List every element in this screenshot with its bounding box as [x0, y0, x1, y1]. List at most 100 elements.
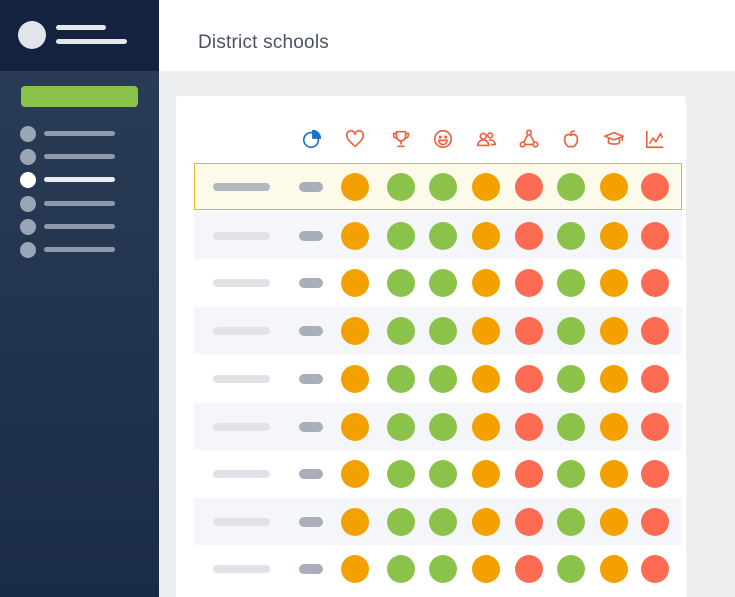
status-indicator-red[interactable]: [515, 508, 543, 536]
status-indicator-orange[interactable]: [341, 269, 369, 297]
status-indicator-red[interactable]: [515, 365, 543, 393]
table-row[interactable]: [194, 403, 682, 450]
people-icon[interactable]: [474, 127, 498, 151]
status-indicator-green[interactable]: [556, 172, 585, 201]
status-indicator-green[interactable]: [387, 365, 415, 393]
status-indicator-green[interactable]: [557, 365, 585, 393]
status-indicator-orange[interactable]: [472, 222, 500, 250]
sidebar-item-2[interactable]: [20, 149, 140, 165]
status-indicator-green[interactable]: [429, 222, 457, 250]
table-row[interactable]: [194, 163, 682, 210]
status-indicator-orange[interactable]: [471, 172, 500, 201]
status-indicator-green[interactable]: [428, 172, 457, 201]
status-indicator-red[interactable]: [515, 413, 543, 441]
status-indicator-red[interactable]: [641, 413, 669, 441]
status-indicator-red[interactable]: [641, 508, 669, 536]
graduation-cap-icon[interactable]: [602, 127, 626, 151]
status-indicator-green[interactable]: [429, 555, 457, 583]
status-indicator-red[interactable]: [641, 269, 669, 297]
status-indicator-red[interactable]: [641, 365, 669, 393]
table-row[interactable]: [194, 545, 682, 592]
status-indicator-orange[interactable]: [600, 508, 628, 536]
status-indicator-orange[interactable]: [600, 269, 628, 297]
status-indicator-orange[interactable]: [341, 365, 369, 393]
status-indicator-green[interactable]: [387, 222, 415, 250]
school-name-placeholder: [213, 375, 270, 383]
network-icon[interactable]: [517, 127, 541, 151]
status-indicator-green[interactable]: [557, 269, 585, 297]
status-indicator-green[interactable]: [429, 508, 457, 536]
status-indicator-green[interactable]: [429, 460, 457, 488]
status-indicator-orange[interactable]: [472, 460, 500, 488]
status-indicator-green[interactable]: [387, 317, 415, 345]
status-indicator-green[interactable]: [429, 317, 457, 345]
apple-icon[interactable]: [559, 127, 583, 151]
status-indicator-green[interactable]: [429, 365, 457, 393]
pie-chart-icon[interactable]: [300, 127, 324, 151]
status-indicator-orange[interactable]: [600, 317, 628, 345]
status-indicator-orange[interactable]: [340, 172, 369, 201]
status-indicator-green[interactable]: [557, 555, 585, 583]
status-indicator-red[interactable]: [641, 460, 669, 488]
status-indicator-red[interactable]: [641, 317, 669, 345]
status-indicator-green[interactable]: [387, 460, 415, 488]
line-chart-icon[interactable]: [643, 127, 667, 151]
status-indicator-green[interactable]: [386, 172, 415, 201]
status-indicator-green[interactable]: [557, 460, 585, 488]
status-indicator-orange[interactable]: [600, 460, 628, 488]
status-indicator-orange[interactable]: [600, 222, 628, 250]
status-indicator-green[interactable]: [557, 413, 585, 441]
status-indicator-orange[interactable]: [341, 413, 369, 441]
sidebar-item-3[interactable]: [20, 172, 140, 188]
table-row[interactable]: [194, 498, 682, 545]
table-row[interactable]: [194, 307, 682, 354]
status-indicator-orange[interactable]: [600, 555, 628, 583]
status-indicator-red[interactable]: [515, 460, 543, 488]
status-indicator-orange[interactable]: [472, 317, 500, 345]
status-indicator-red[interactable]: [515, 222, 543, 250]
table-row[interactable]: [194, 259, 682, 306]
sidebar-item-label-placeholder: [44, 201, 115, 206]
status-indicator-orange[interactable]: [341, 317, 369, 345]
status-indicator-orange[interactable]: [472, 269, 500, 297]
status-indicator-orange[interactable]: [341, 460, 369, 488]
status-indicator-green[interactable]: [387, 413, 415, 441]
status-indicator-orange[interactable]: [472, 555, 500, 583]
status-indicator-green[interactable]: [387, 555, 415, 583]
heart-icon[interactable]: [343, 127, 367, 151]
status-indicator-orange[interactable]: [472, 413, 500, 441]
status-indicator-green[interactable]: [387, 269, 415, 297]
status-indicator-orange[interactable]: [600, 413, 628, 441]
sidebar-item-4[interactable]: [20, 196, 140, 212]
table-row[interactable]: [194, 212, 682, 259]
status-indicator-orange[interactable]: [472, 365, 500, 393]
sidebar-item-5[interactable]: [20, 219, 140, 235]
status-indicator-red[interactable]: [641, 222, 669, 250]
sidebar-item-1[interactable]: [20, 126, 140, 142]
status-indicator-red[interactable]: [515, 555, 543, 583]
status-indicator-red[interactable]: [515, 269, 543, 297]
status-indicator-green[interactable]: [429, 269, 457, 297]
status-indicator-orange[interactable]: [599, 172, 628, 201]
status-indicator-orange[interactable]: [472, 508, 500, 536]
avatar[interactable]: [18, 21, 46, 49]
trophy-icon[interactable]: [389, 127, 413, 151]
status-indicator-orange[interactable]: [341, 222, 369, 250]
smiley-icon[interactable]: [431, 127, 455, 151]
status-indicator-orange[interactable]: [341, 508, 369, 536]
status-indicator-red[interactable]: [515, 317, 543, 345]
status-indicator-green[interactable]: [557, 317, 585, 345]
status-indicator-red[interactable]: [514, 172, 543, 201]
status-indicator-orange[interactable]: [600, 365, 628, 393]
status-indicator-green[interactable]: [429, 413, 457, 441]
status-indicator-green[interactable]: [557, 508, 585, 536]
status-indicator-red[interactable]: [640, 172, 669, 201]
sidebar-item-6[interactable]: [20, 242, 140, 258]
table-row[interactable]: [194, 450, 682, 497]
status-indicator-red[interactable]: [641, 555, 669, 583]
table-row[interactable]: [194, 355, 682, 402]
status-indicator-green[interactable]: [387, 508, 415, 536]
sidebar-primary-button[interactable]: [21, 86, 138, 107]
status-indicator-orange[interactable]: [341, 555, 369, 583]
status-indicator-green[interactable]: [557, 222, 585, 250]
